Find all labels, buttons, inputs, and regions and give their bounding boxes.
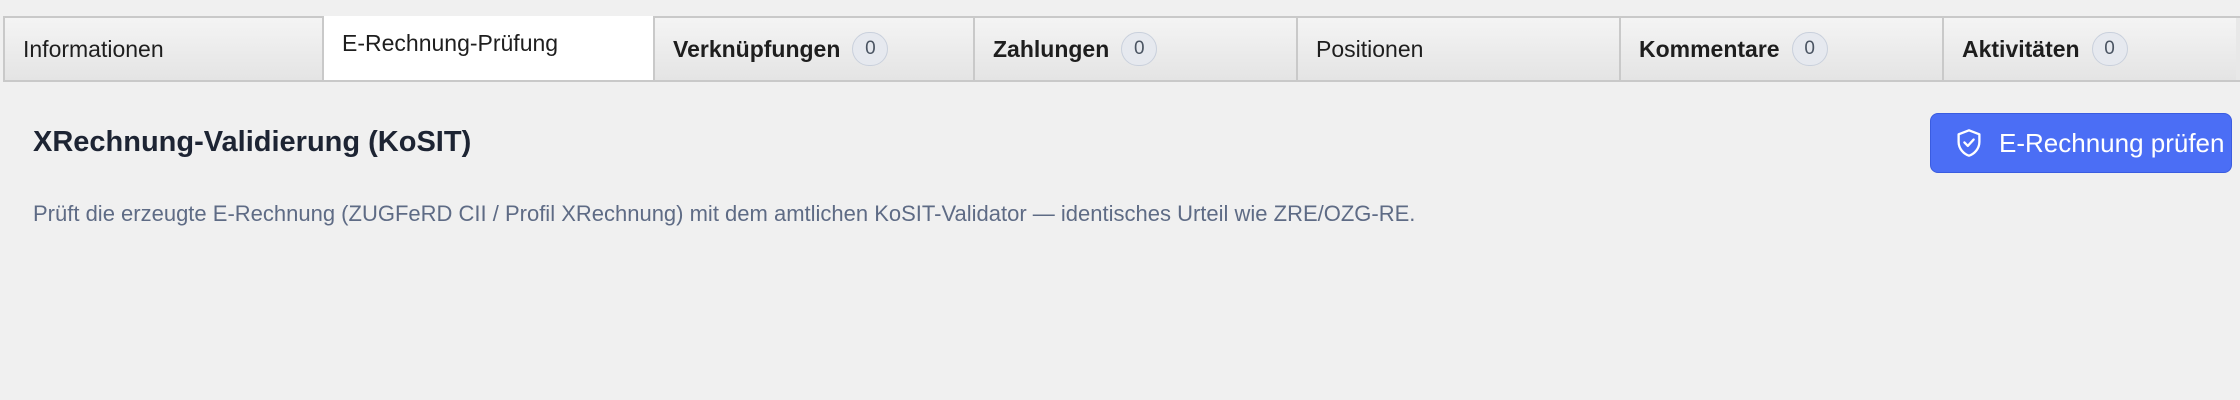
tab-positionen[interactable]: Positionen	[1296, 18, 1619, 80]
tab-verknuepfungen[interactable]: Verknüpfungen 0	[653, 18, 973, 80]
tab-aktivitaeten[interactable]: Aktivitäten 0	[1942, 18, 2236, 80]
tab-kommentare[interactable]: Kommentare 0	[1619, 18, 1942, 80]
tab-label: E-Rechnung-Prüfung	[342, 30, 559, 56]
tab-e-rechnung-pruefung[interactable]: E-Rechnung-Prüfung	[322, 16, 653, 80]
tab-label: Positionen	[1316, 35, 1424, 62]
count-badge: 0	[2091, 32, 2128, 66]
tab-zahlungen[interactable]: Zahlungen 0	[973, 18, 1296, 80]
section-title: XRechnung-Validierung (KoSIT)	[33, 126, 472, 158]
check-e-invoice-button[interactable]: E-Rechnung prüfen	[1930, 113, 2232, 173]
check-e-invoice-label: E-Rechnung prüfen	[1999, 127, 2225, 158]
tab-label: Kommentare	[1639, 35, 1780, 62]
tab-label: Informationen	[23, 35, 164, 62]
tab-label: Verknüpfungen	[673, 35, 841, 62]
section-description: Prüft die erzeugte E-Rechnung (ZUGFeRD C…	[33, 201, 1416, 226]
count-badge: 0	[1121, 32, 1158, 66]
tab-label: Zahlungen	[993, 35, 1110, 62]
shield-check-icon	[1955, 128, 1983, 158]
tab-informationen[interactable]: Informationen	[3, 18, 322, 80]
tab-bar: Informationen E-Rechnung-Prüfung Verknüp…	[3, 16, 2240, 82]
count-badge: 0	[1791, 32, 1828, 66]
tab-label: Aktivitäten	[1962, 35, 2080, 62]
count-badge: 0	[852, 32, 889, 66]
